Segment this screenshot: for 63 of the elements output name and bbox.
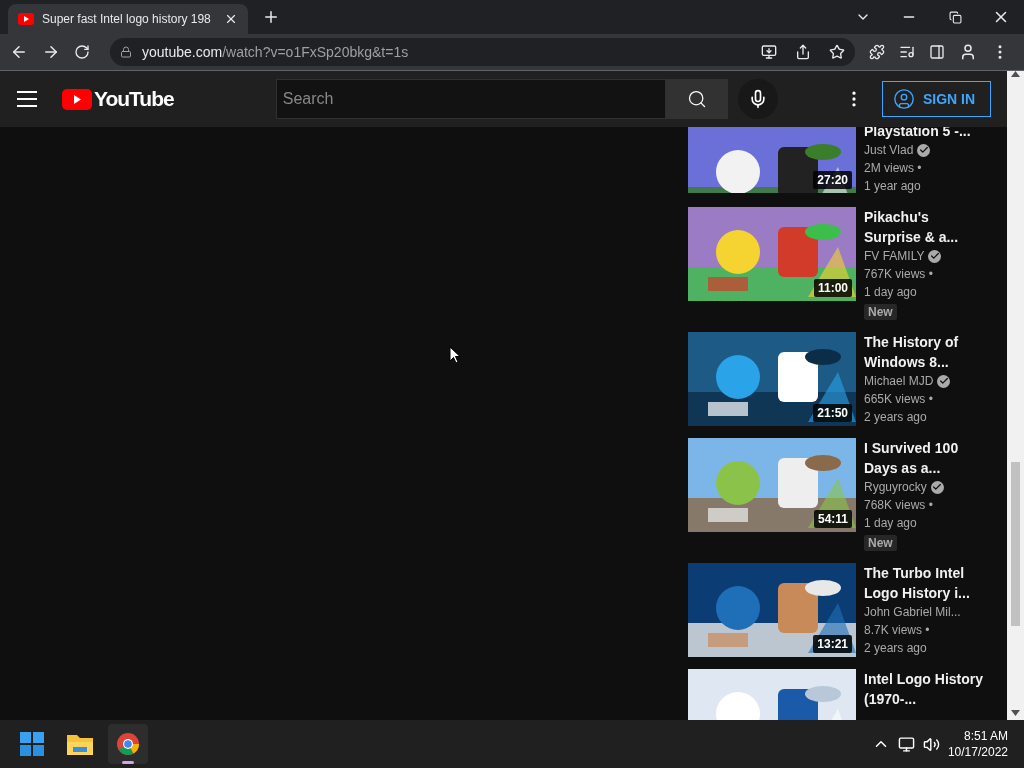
clock[interactable]: 8:51 AM 10/17/2022 [947, 729, 1008, 759]
reload-icon[interactable] [74, 44, 90, 60]
upload-age: 2 years ago [864, 410, 927, 424]
sign-in-button[interactable]: SIGN IN [882, 81, 991, 117]
network-icon[interactable] [897, 735, 915, 753]
view-count: 2M views • [864, 161, 922, 175]
user-icon [893, 88, 915, 110]
channel-name[interactable]: Michael MJD [864, 374, 934, 388]
view-count: 768K views • [864, 498, 933, 512]
new-badge: New [864, 304, 897, 320]
close-icon[interactable] [224, 12, 238, 26]
youtube-icon [18, 13, 34, 25]
view-count: 767K views • [864, 267, 933, 281]
upload-age: 1 year ago [864, 179, 921, 193]
new-badge: New [864, 535, 897, 551]
mic-button[interactable] [737, 79, 778, 119]
browser-tab[interactable]: Super fast Intel logo history 198 [8, 4, 248, 34]
windows-logo-icon [20, 732, 44, 756]
search-field[interactable]: Search [275, 79, 666, 119]
search-icon [686, 89, 707, 109]
chrome-icon [116, 732, 140, 756]
upload-age: 1 day ago [864, 516, 917, 530]
view-count: 8.7K views • [864, 623, 930, 637]
video-title[interactable]: The History of Windows 8... [864, 332, 986, 372]
video-duration: 54:11 [813, 510, 852, 528]
video-duration: 11:00 [813, 279, 852, 297]
video-duration: 27:20 [813, 171, 852, 189]
view-count: 665K views • [864, 392, 933, 406]
forward-icon[interactable] [42, 43, 60, 61]
video-title[interactable]: Intel Logo History (1970-... [864, 669, 986, 709]
search-button[interactable] [665, 79, 728, 119]
upload-age: 1 day ago [864, 285, 917, 299]
volume-icon[interactable] [922, 735, 940, 753]
new-tab-icon[interactable] [262, 8, 280, 26]
puzzle-icon[interactable] [869, 44, 885, 60]
folder-icon [67, 733, 93, 755]
video-title[interactable]: The Turbo Intel Logo History i... [864, 563, 986, 603]
side-panel-icon[interactable] [929, 44, 945, 60]
video-duration: 13:21 [813, 635, 852, 653]
video-title[interactable]: I Survived 100 Days as a... [864, 438, 986, 478]
video-title[interactable]: Pikachu's Surprise & a... [864, 207, 986, 247]
url-text: youtube.com/watch?v=o1FxSp20bkg&t=1s [142, 44, 410, 60]
profile-icon[interactable] [959, 43, 977, 61]
media-icon[interactable] [899, 44, 915, 60]
share-icon[interactable] [795, 44, 811, 60]
cursor-icon [449, 346, 461, 364]
address-bar[interactable]: youtube.com/watch?v=o1FxSp20bkg&t=1s [110, 38, 855, 66]
tab-title: Super fast Intel logo history 198 [42, 12, 212, 26]
back-icon[interactable] [10, 43, 28, 61]
upload-age: 2 years ago [864, 641, 927, 655]
video-duration: 21:50 [813, 404, 852, 422]
channel-name[interactable]: John Gabriel Mil... [864, 605, 961, 619]
scroll-down-icon[interactable] [1011, 710, 1020, 716]
menu-icon[interactable] [16, 91, 38, 107]
scrollbar-thumb[interactable] [1011, 462, 1020, 626]
install-icon[interactable] [761, 44, 777, 60]
youtube-logo[interactable]: YouTube [62, 87, 174, 111]
chrome-button[interactable] [108, 724, 148, 764]
channel-name[interactable]: FV FAMILY [864, 249, 925, 263]
channel-name[interactable]: Ryguyrocky [864, 480, 927, 494]
lock-icon [120, 46, 132, 58]
star-icon[interactable] [829, 44, 845, 60]
channel-name[interactable]: Just Vlad [864, 143, 914, 157]
